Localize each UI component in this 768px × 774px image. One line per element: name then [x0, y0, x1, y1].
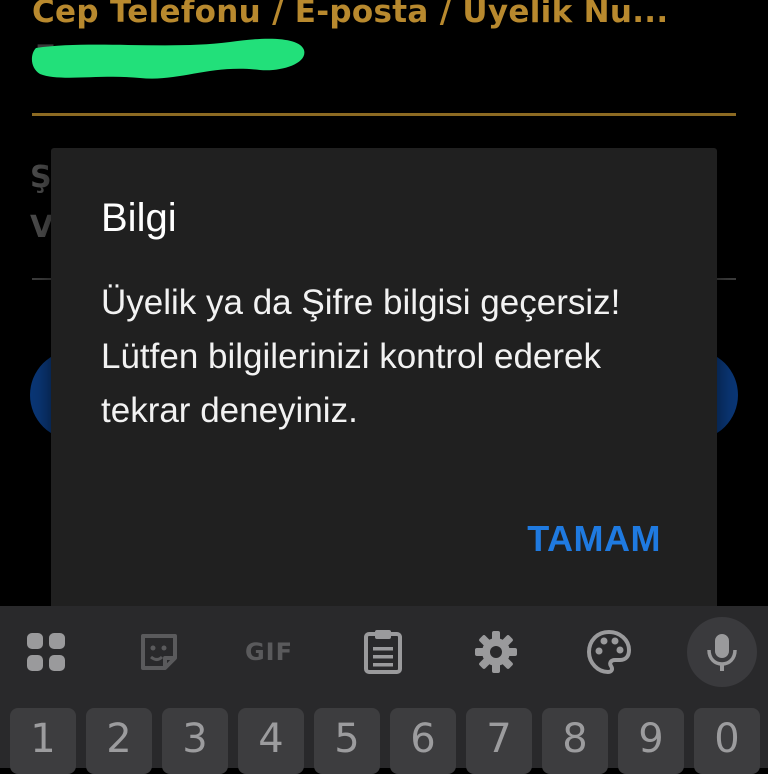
password-field-label: Ş: [30, 160, 52, 195]
apps-grid-icon[interactable]: [20, 626, 72, 678]
microphone-icon[interactable]: [687, 617, 757, 687]
dialog-title: Bilgi: [101, 196, 177, 240]
identifier-underline: [32, 113, 736, 116]
key-4[interactable]: 4: [238, 708, 304, 774]
password-field-value[interactable]: V: [30, 210, 53, 245]
clipboard-icon[interactable]: [357, 626, 409, 678]
key-2[interactable]: 2: [86, 708, 152, 774]
key-9[interactable]: 9: [618, 708, 684, 774]
key-7[interactable]: 7: [466, 708, 532, 774]
palette-icon[interactable]: [583, 626, 635, 678]
keyboard-toolbar: GIF: [0, 606, 768, 696]
gif-icon[interactable]: GIF: [243, 626, 295, 678]
key-0[interactable]: 0: [694, 708, 760, 774]
key-1[interactable]: 1: [10, 708, 76, 774]
dialog-message: Üyelik ya da Şifre bilgisi geçersiz! Lüt…: [101, 283, 621, 430]
key-5[interactable]: 5: [314, 708, 380, 774]
key-6[interactable]: 6: [390, 708, 456, 774]
key-3[interactable]: 3: [162, 708, 228, 774]
sticker-icon[interactable]: [133, 626, 185, 678]
key-8[interactable]: 8: [542, 708, 608, 774]
gear-icon[interactable]: [470, 626, 522, 678]
redaction-mark: [31, 38, 305, 79]
ok-button[interactable]: TAMAM: [527, 518, 661, 560]
identifier-field-label: Cep Telefonu / E-posta / Üyelik Nu...: [32, 0, 669, 30]
soft-keyboard: GIF 1 2 3 4 5 6 7 8 9 0: [0, 606, 768, 774]
info-dialog: Bilgi Üyelik ya da Şifre bilgisi geçersi…: [51, 148, 717, 618]
gif-label: GIF: [244, 638, 294, 666]
number-key-row: 1 2 3 4 5 6 7 8 9 0: [0, 708, 768, 774]
